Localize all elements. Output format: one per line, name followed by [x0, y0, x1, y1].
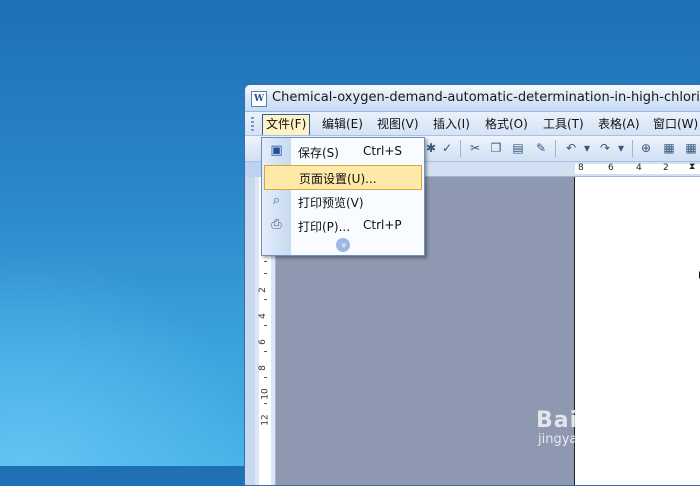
window-title: Chemical-oxygen-demand-automatic-determi… [272, 90, 700, 105]
undo-dropdown-icon[interactable]: ▾ [579, 140, 595, 156]
word-document-icon[interactable]: W [251, 91, 267, 107]
ruler-tick [264, 261, 267, 262]
ruler-tick [264, 273, 267, 274]
menu-item-label: 打印(P)... [298, 220, 351, 234]
menu-format[interactable]: 格式(O) [482, 115, 531, 133]
tables-borders-icon[interactable]: ▦ [661, 140, 677, 156]
file-menu-dropdown: ▣ 保存(S) Ctrl+S 页面设置(U)... ⌕ 打印预览(V) ⎙ 打印… [261, 137, 425, 256]
menubar-grip[interactable] [251, 117, 254, 131]
menu-insert[interactable]: 插入(I) [430, 115, 473, 133]
ruler-number: 8 [257, 365, 268, 371]
ruler-number: 2 [257, 287, 268, 293]
ruler-number: 10 [260, 388, 271, 400]
menu-edit[interactable]: 编辑(E) [319, 115, 366, 133]
hyperlink-icon[interactable]: ⊕ [638, 140, 654, 156]
insert-table-icon[interactable]: ▦ [683, 140, 699, 156]
spelling-check-icon[interactable]: ✓ [439, 140, 455, 156]
menu-item-page-setup[interactable]: 页面设置(U)... [264, 165, 422, 190]
cut-icon[interactable]: ✂ [467, 140, 483, 156]
window-left-edge [245, 177, 255, 485]
ruler-number: 8 [578, 163, 584, 173]
format-painter-icon[interactable]: ✎ [533, 140, 549, 156]
ruler-tick [264, 299, 267, 300]
copy-icon[interactable]: ❐ [488, 140, 504, 156]
menu-item-print-preview[interactable]: ⌕ 打印预览(V) [262, 190, 424, 213]
ruler-tick [264, 325, 267, 326]
menu-item-label: 保存(S) [298, 146, 339, 160]
menu-window[interactable]: 窗口(W) [650, 115, 700, 133]
ruler-number: 4 [636, 163, 642, 173]
toolbar-separator [460, 140, 461, 157]
ruler-number: 12 [260, 414, 271, 426]
title-bar[interactable]: W Chemical-oxygen-demand-automatic-deter… [245, 85, 700, 112]
research-icon[interactable]: ✱ [423, 140, 439, 156]
menu-tools[interactable]: 工具(T) [540, 115, 587, 133]
ruler-tick [264, 377, 267, 378]
menu-item-shortcut: Ctrl+P [363, 218, 402, 232]
ruler-number: 6 [257, 339, 268, 345]
chevron-double-down-icon[interactable]: » [336, 238, 350, 252]
print-icon: ⎙ [271, 217, 282, 232]
menu-view[interactable]: 视图(V) [374, 115, 422, 133]
indent-marker-icon[interactable]: ⧗ [689, 162, 695, 172]
ruler-tick [264, 351, 267, 352]
watermark-site: jingyan.baidu.com [538, 432, 658, 447]
menu-bar: 文件(F) 编辑(E) 视图(V) 插入(I) 格式(O) 工具(T) 表格(A… [245, 112, 700, 136]
toolbar-separator [555, 140, 556, 157]
menu-item-shortcut: Ctrl+S [363, 144, 403, 158]
menu-file[interactable]: 文件(F) [262, 114, 311, 135]
redo-icon[interactable]: ↷ [597, 140, 613, 156]
ruler-number: 6 [608, 163, 614, 173]
paste-icon[interactable]: ▤ [510, 140, 526, 156]
menu-table[interactable]: 表格(A) [595, 115, 643, 133]
print-preview-icon: ⌕ [272, 193, 281, 208]
redo-dropdown-icon[interactable]: ▾ [613, 140, 629, 156]
ruler-number: 2 [663, 163, 669, 173]
menu-item-save[interactable]: ▣ 保存(S) Ctrl+S [262, 140, 424, 163]
menu-item-print[interactable]: ⎙ 打印(P)... Ctrl+P [262, 214, 424, 237]
menu-item-label: 打印预览(V) [298, 196, 364, 210]
ruler-number: 4 [257, 313, 268, 319]
toolbar-separator [632, 140, 633, 157]
save-icon: ▣ [270, 143, 283, 158]
watermark-logo: Bai经验 [536, 408, 625, 433]
undo-icon[interactable]: ↶ [563, 140, 579, 156]
desktop-background [0, 250, 260, 466]
menu-item-label: 页面设置(U)... [299, 172, 377, 186]
ruler-tick [264, 403, 267, 404]
